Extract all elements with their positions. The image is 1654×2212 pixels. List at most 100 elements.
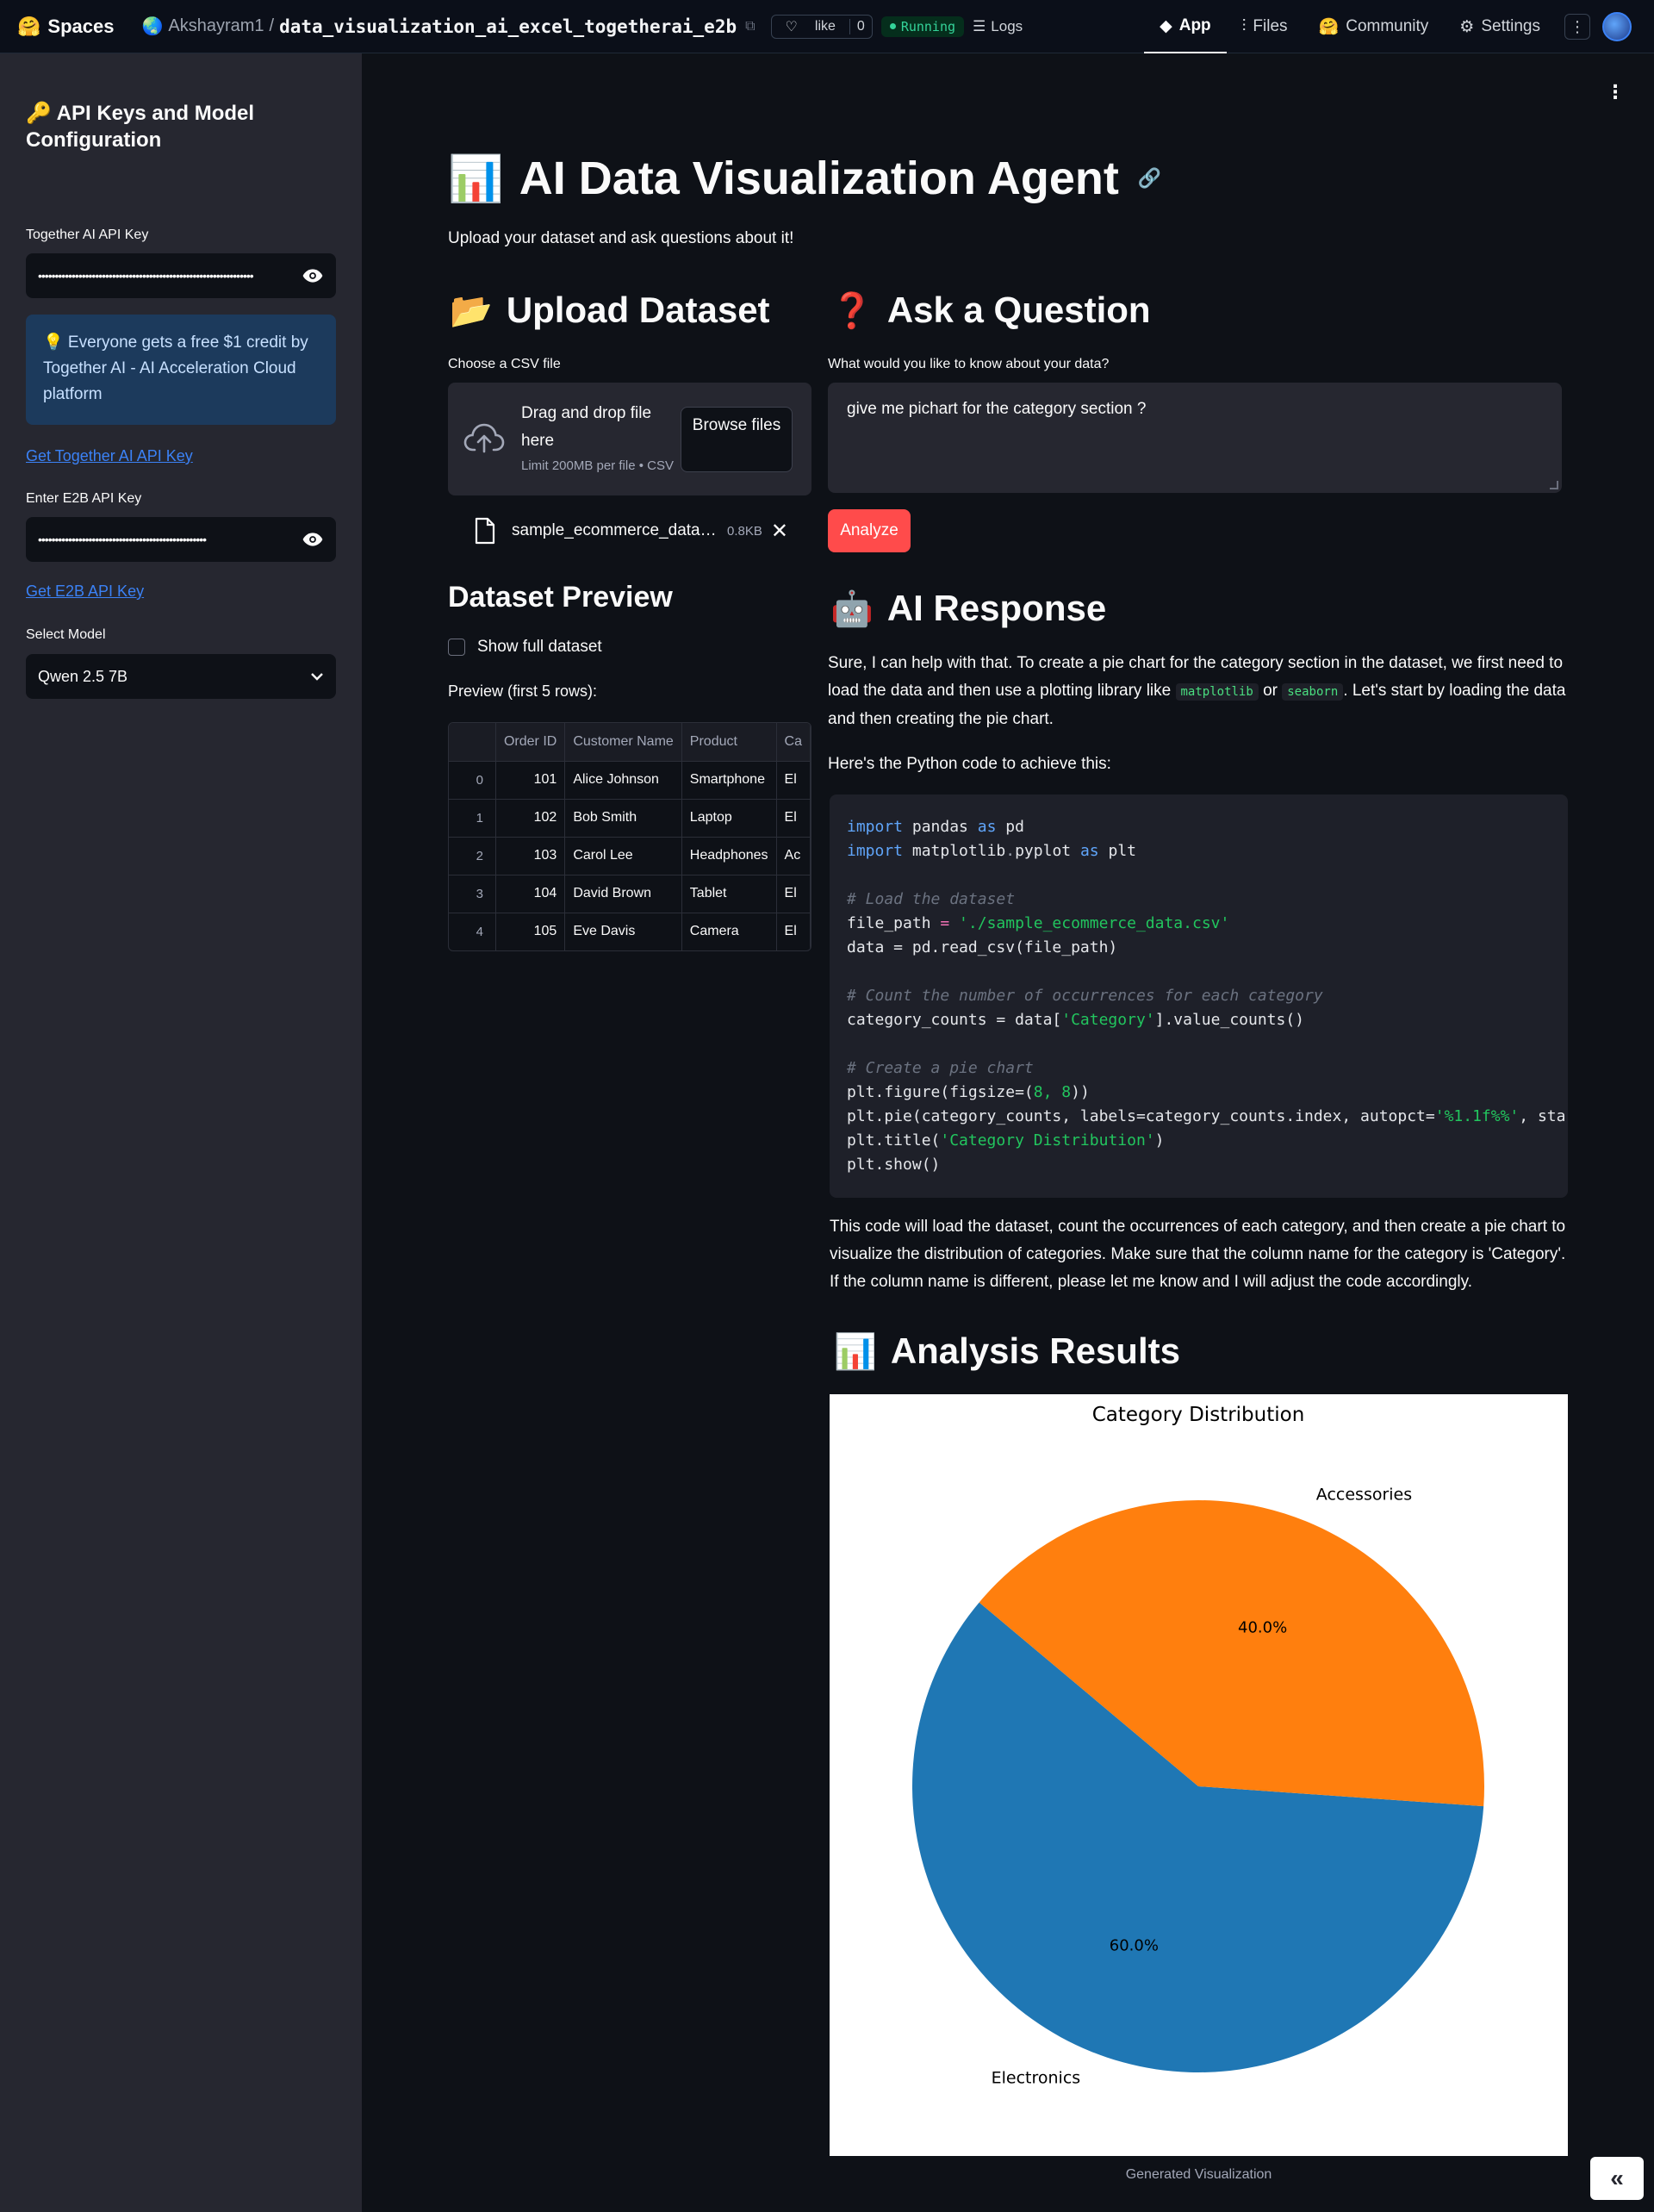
cube-icon: ◆ [1160, 16, 1172, 35]
owner-link[interactable]: Akshayram1 [168, 16, 264, 36]
table-cell: 103 [495, 837, 566, 875]
pie-slice-label: Accessories [1316, 1485, 1412, 1504]
preview-heading: Dataset Preview [448, 581, 673, 614]
question-textarea[interactable]: give me pichart for the category section… [828, 383, 1562, 493]
column-header[interactable]: Order ID [495, 723, 566, 762]
table-cell: Ac [776, 837, 811, 875]
show-password-icon[interactable] [302, 265, 324, 287]
collapse-sidebar-icon[interactable]: « [1590, 2157, 1644, 2200]
link-icon[interactable]: 🔗 [1138, 167, 1161, 190]
row-index: 0 [449, 761, 496, 800]
table-row: 4 105 Eve Davis Camera El [449, 913, 811, 950]
column-header[interactable]: Ca [776, 723, 811, 762]
table-cell: David Brown [564, 875, 682, 913]
model-select[interactable]: Qwen 2.5 7B [26, 654, 336, 699]
remove-file-icon[interactable]: ✕ [771, 519, 788, 544]
row-index: 2 [449, 837, 496, 875]
table-cell: El [776, 799, 811, 838]
code-token: , starta [1519, 1107, 1568, 1125]
file-name: sample_ecommerce_data.csv [512, 521, 718, 539]
code-comment: # Create a pie chart [847, 1059, 1034, 1077]
response-text: or [1258, 682, 1283, 700]
question-label: What would you like to know about your d… [828, 357, 1110, 371]
column-header[interactable]: Customer Name [564, 723, 682, 762]
code-token: plt.title( [847, 1131, 941, 1150]
e2b-key-link[interactable]: Get E2B API Key [26, 583, 144, 601]
page-subtitle: Upload your dataset and ask questions ab… [448, 229, 794, 247]
table-cell: Carol Lee [564, 837, 682, 875]
status-badge: Running [880, 16, 965, 37]
table-cell: Bob Smith [564, 799, 682, 838]
hf-logo-icon: 🤗 [17, 15, 41, 37]
spaces-logo[interactable]: 🤗 Spaces [17, 16, 114, 38]
file-icon [475, 517, 495, 545]
csv-file-label: Choose a CSV file [448, 357, 561, 371]
cloud-upload-icon [463, 423, 505, 453]
code-token: plt.pie(category_counts, labels=category… [847, 1107, 1435, 1125]
code-token: import [847, 842, 904, 860]
bar-chart-icon: 📊 [834, 1332, 877, 1371]
browse-files-button[interactable]: Browse files [681, 407, 793, 472]
avatar[interactable] [1602, 12, 1632, 41]
upload-heading: 📂 Upload Dataset [450, 290, 770, 331]
chevron-down-icon [311, 673, 323, 681]
show-password-icon[interactable] [302, 528, 324, 551]
together-key-value: ••••••••••••••••••••••••••••••••••••••••… [38, 269, 254, 283]
e2b-key-input[interactable]: ••••••••••••••••••••••••••••••••••••••••… [26, 517, 336, 562]
file-dropzone[interactable]: Drag and drop file here Limit 200MB per … [448, 383, 811, 495]
code-token: pd [996, 818, 1024, 836]
analyze-button[interactable]: Analyze [828, 509, 911, 552]
show-full-dataset-checkbox[interactable]: Show full dataset [448, 638, 602, 657]
pie-slice-label: Electronics [992, 2069, 1081, 2088]
preview-table[interactable]: Order ID Customer Name Product Ca 0 101 … [448, 722, 811, 951]
results-heading: 📊 Analysis Results [834, 1330, 1180, 1372]
like-button[interactable]: ♡ like 0 [770, 14, 873, 39]
together-key-link[interactable]: Get Together AI API Key [26, 447, 193, 465]
table-cell: El [776, 761, 811, 800]
response-paragraph-2: Here's the Python code to achieve this: [828, 755, 1111, 773]
question-text: give me pichart for the category section… [847, 400, 1147, 418]
column-header[interactable]: Product [681, 723, 777, 762]
code-token: pandas [903, 818, 978, 836]
table-row: 0 101 Alice Johnson Smartphone El [449, 761, 811, 800]
table-cell: Eve Davis [564, 913, 682, 950]
checkbox-label: Show full dataset [477, 638, 602, 656]
tab-settings[interactable]: ⚙ Settings [1444, 0, 1556, 53]
main-menu-icon[interactable]: ⋮ [1606, 81, 1625, 103]
question-heading-text: Ask a Question [886, 290, 1151, 330]
repo-name[interactable]: data_visualization_ai_excel_togetherai_e… [279, 16, 737, 37]
code-block[interactable]: import pandas as pd import matplotlib.py… [830, 794, 1568, 1198]
more-options-icon[interactable]: ⋮ [1564, 14, 1590, 40]
code-string: 'Category Distribution' [940, 1131, 1155, 1150]
folder-icon: 📂 [450, 291, 493, 330]
tab-community-label: Community [1346, 17, 1429, 35]
pie-chart: Category Distribution Electronics 60.0% Ac… [912, 1404, 1485, 2088]
code-token: plt.figure(figsize=( [847, 1083, 1034, 1101]
together-key-input[interactable]: ••••••••••••••••••••••••••••••••••••••••… [26, 253, 336, 298]
chart-caption: Generated Visualization [1125, 2167, 1272, 2182]
code-token: file_path [847, 914, 941, 932]
dropzone-instructions: Drag and drop file here [521, 404, 652, 450]
resize-handle-icon[interactable] [1550, 481, 1558, 489]
table-cell: Headphones [681, 837, 777, 875]
hf-topbar: 🤗 Spaces 🌏 Akshayram1 / data_visualizati… [0, 0, 1654, 53]
response-heading: 🤖 AI Response [830, 588, 1106, 629]
status-label: Running [900, 18, 956, 34]
table-cell: Alice Johnson [564, 761, 682, 800]
brand-label: Spaces [47, 15, 115, 37]
bar-chart-icon: 📊 [448, 153, 504, 204]
copy-icon[interactable]: ⧉ [745, 19, 755, 34]
tab-files[interactable]: ⫶ Files [1227, 0, 1303, 53]
table-cell: 104 [495, 875, 566, 913]
chart-image: Category Distribution Electronics 60.0% Ac… [830, 1394, 1568, 2156]
chart-title: Category Distribution [1092, 1404, 1305, 1426]
code-token: import [847, 818, 904, 836]
tab-community[interactable]: 🤗 Community [1303, 0, 1445, 53]
checkbox-box[interactable] [448, 639, 465, 656]
table-row: 2 103 Carol Lee Headphones Ac [449, 837, 811, 875]
code-token: plt [1098, 842, 1136, 860]
tab-app[interactable]: ◆ App [1144, 0, 1227, 53]
gear-icon: ⚙ [1459, 17, 1475, 36]
logs-button[interactable]: ☰ Logs [973, 18, 1023, 35]
e2b-key-label: Enter E2B API Key [26, 491, 142, 506]
